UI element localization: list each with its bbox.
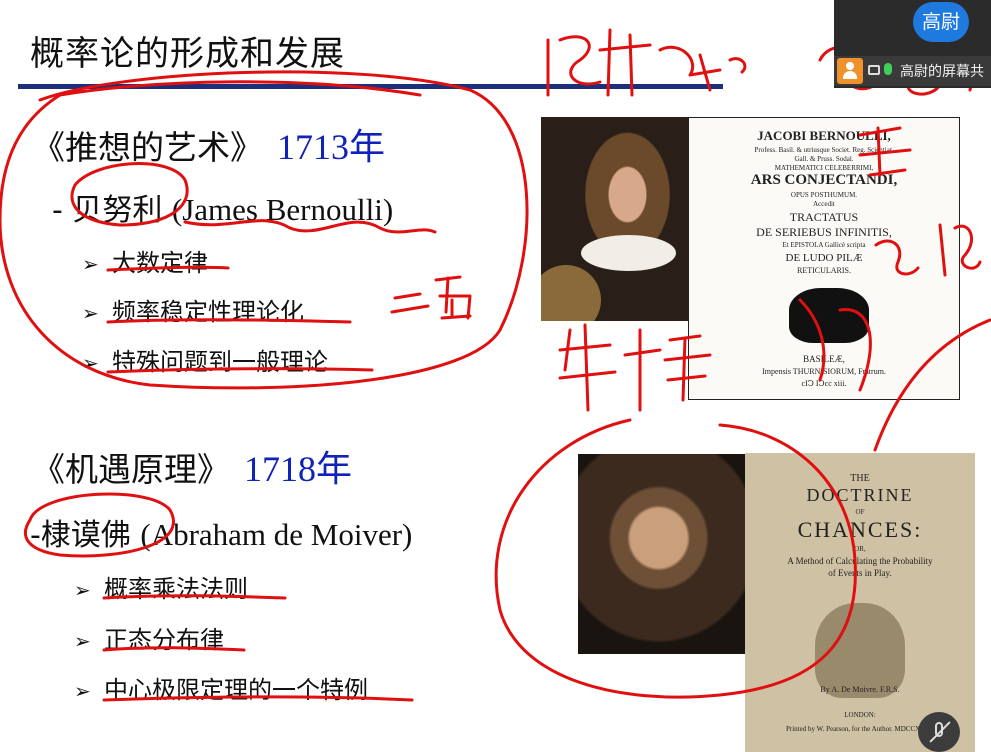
ink-underline-1	[106, 265, 230, 272]
user-icon	[837, 58, 863, 84]
screen-share-label: 高尉的屏幕共	[900, 64, 984, 80]
ink-curve-right	[873, 318, 991, 452]
ink-text-erxiang	[390, 275, 472, 320]
microphone-icon	[884, 63, 892, 75]
ink-loop-moivre	[494, 418, 857, 699]
ink-underline-3	[106, 367, 374, 374]
ink-circle-moivre	[24, 492, 175, 558]
ink-text-18-century	[546, 28, 747, 97]
ink-circle-bei	[70, 162, 189, 227]
ink-underline-6	[102, 695, 414, 702]
ink-text-niudun	[558, 323, 712, 412]
screen-share-bar[interactable]: 高尉的屏幕共	[834, 56, 991, 86]
mute-microphone-icon[interactable]	[918, 712, 960, 752]
participant-avatar[interactable]: 高尉	[913, 2, 969, 42]
ink-loop-section1	[0, 70, 529, 390]
ink-underline-4	[102, 594, 287, 600]
ink-underline-2	[106, 318, 352, 324]
ink-annotations	[0, 28, 991, 702]
ink-underline-5	[102, 646, 246, 652]
screen-share-icon	[868, 65, 880, 75]
ink-wave-bernoulli	[183, 219, 437, 234]
ink-notes-book1	[798, 126, 982, 392]
